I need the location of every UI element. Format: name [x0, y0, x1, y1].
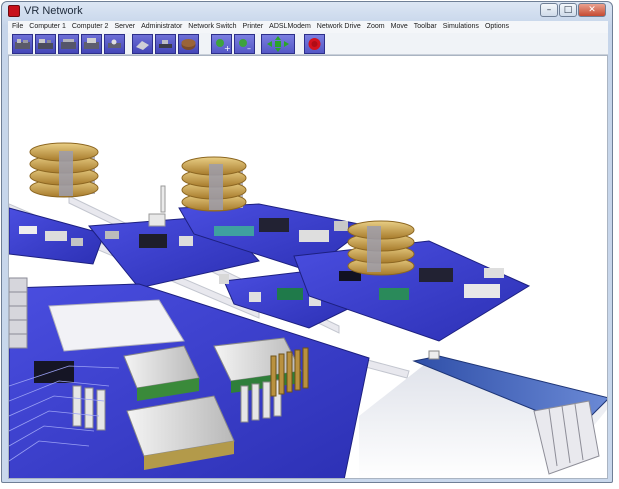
admin-board-icon — [84, 38, 99, 49]
fan-stack-1 — [29, 142, 99, 198]
chip — [71, 238, 83, 246]
menu-adslmodem[interactable]: ADSLModem — [269, 22, 311, 32]
fan-stack-2 — [181, 156, 247, 212]
chip — [484, 268, 504, 278]
app-window: VR Network – □ ✕ File Computer 1 Compute… — [1, 1, 613, 483]
server-board-icon — [61, 39, 76, 49]
stop-simulation-button[interactable] — [304, 34, 325, 54]
svg-text:–: – — [247, 44, 251, 53]
computer-board-1[interactable] — [9, 207, 105, 265]
3d-network-viewport[interactable] — [8, 55, 608, 479]
slot — [214, 226, 254, 236]
app-icon — [8, 5, 20, 17]
chip — [105, 231, 119, 239]
server-rack — [9, 277, 28, 349]
menu-file[interactable]: File — [12, 22, 23, 32]
menu-server[interactable]: Server — [114, 22, 135, 32]
stop-icon — [308, 38, 321, 50]
chip — [277, 288, 303, 300]
close-button[interactable]: ✕ — [578, 3, 606, 17]
modem-icon — [159, 40, 172, 48]
chip — [419, 268, 453, 282]
chip — [379, 288, 409, 300]
chip — [45, 231, 67, 241]
add-computer1-button[interactable] — [12, 34, 33, 54]
maximize-button[interactable]: □ — [559, 3, 577, 17]
menu-toolbar[interactable]: Toolbar — [414, 22, 437, 32]
cpu-chip — [139, 234, 167, 248]
network-scene — [9, 142, 607, 478]
menu-network-drive[interactable]: Network Drive — [317, 22, 361, 32]
add-switch-button[interactable] — [104, 34, 125, 54]
menu-administrator[interactable]: Administrator — [141, 22, 182, 32]
menu-zoom[interactable]: Zoom — [367, 22, 385, 32]
fan-stack-3 — [347, 220, 415, 276]
zoom-in-icon: + — [216, 39, 231, 53]
chip — [259, 218, 289, 232]
add-drive-button[interactable] — [178, 34, 199, 54]
minimize-button[interactable]: – — [540, 3, 558, 17]
chip — [148, 213, 166, 227]
window-title: VR Network — [24, 5, 83, 17]
menu-move[interactable]: Move — [391, 22, 408, 32]
menu-printer[interactable]: Printer — [243, 22, 264, 32]
menu-bar: File Computer 1 Computer 2 Server Admini… — [8, 21, 608, 33]
menu-computer1[interactable]: Computer 1 — [29, 22, 66, 32]
switch-icon — [108, 39, 121, 48]
computer-board-icon — [15, 39, 30, 49]
svg-text:+: + — [224, 44, 231, 53]
antenna — [160, 185, 166, 213]
move-arrows-icon — [267, 36, 289, 52]
chip — [219, 274, 229, 284]
menu-simulations[interactable]: Simulations — [443, 22, 479, 32]
printer-icon — [136, 41, 149, 50]
move-button[interactable] — [261, 34, 295, 54]
add-printer-button[interactable] — [132, 34, 153, 54]
computer-board-icon — [38, 39, 53, 49]
window-controls: – □ ✕ — [539, 3, 606, 17]
add-computer2-button[interactable] — [35, 34, 56, 54]
zoom-out-button[interactable]: – — [234, 34, 255, 54]
chip — [334, 221, 348, 231]
menu-options[interactable]: Options — [485, 22, 509, 32]
chip — [179, 236, 193, 246]
zoom-in-button[interactable]: + — [211, 34, 232, 54]
zoom-out-icon: – — [239, 39, 251, 53]
title-bar[interactable]: VR Network – □ ✕ — [2, 2, 612, 21]
add-administrator-button[interactable] — [81, 34, 102, 54]
cpu-chip — [34, 361, 74, 383]
add-server-button[interactable] — [58, 34, 79, 54]
chip — [19, 226, 37, 234]
menu-computer2[interactable]: Computer 2 — [72, 22, 109, 32]
chip — [299, 230, 329, 242]
chip — [464, 284, 500, 298]
drive-icon — [181, 39, 196, 50]
add-modem-button[interactable] — [155, 34, 176, 54]
chip — [249, 292, 261, 302]
menu-network-switch[interactable]: Network Switch — [188, 22, 236, 32]
toolbar: + – — [8, 33, 608, 55]
